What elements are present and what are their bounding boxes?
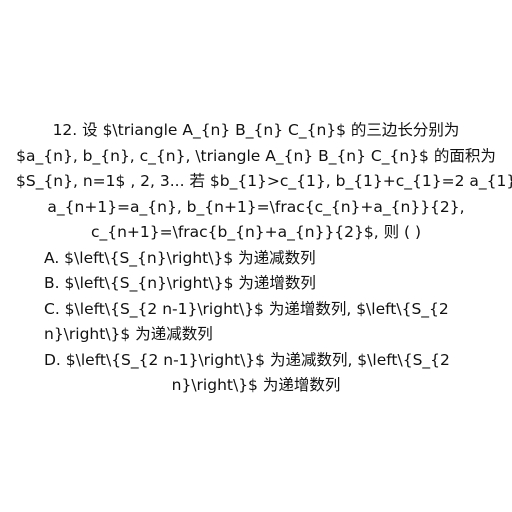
option-c-line-2: n}\right\}$ 为递减数列 [44, 325, 213, 343]
question-stem-line-5: c_{n+1}=\frac{b_{n}+a_{n}}{2}$, 则 ( ) [90, 223, 422, 241]
question-stem-line-3: $S_{n}, n=1$ , 2, 3... 若 $b_{1}>c_{1}, b… [16, 172, 512, 190]
option-d-line-1: D. $\left\{S_{2 n-1}\right\}$ 为递减数列, $\l… [44, 350, 450, 369]
option-d-line-2: n}\right\}$ 为递增数列 [171, 376, 341, 394]
question-block: 12. 设 $\triangle A_{n} B_{n} C_{n}$ 的三边长… [16, 118, 512, 399]
option-a: A. $\left\{S_{n}\right\}$ 为递减数列 [44, 248, 316, 267]
option-c-line-1: C. $\left\{S_{2 n-1}\right\}$ 为递增数列, $\l… [44, 299, 449, 318]
question-stem-line-1: 12. 设 $\triangle A_{n} B_{n} C_{n}$ 的三边长… [52, 121, 460, 139]
option-b: B. $\left\{S_{n}\right\}$ 为递增数列 [44, 274, 316, 292]
question-stem-line-4: a_{n+1}=a_{n}, b_{n+1}=\frac{c_{n}+a_{n}… [47, 197, 465, 216]
question-stem-line-2: $a_{n}, b_{n}, c_{n}, \triangle A_{n} B_… [16, 146, 496, 165]
